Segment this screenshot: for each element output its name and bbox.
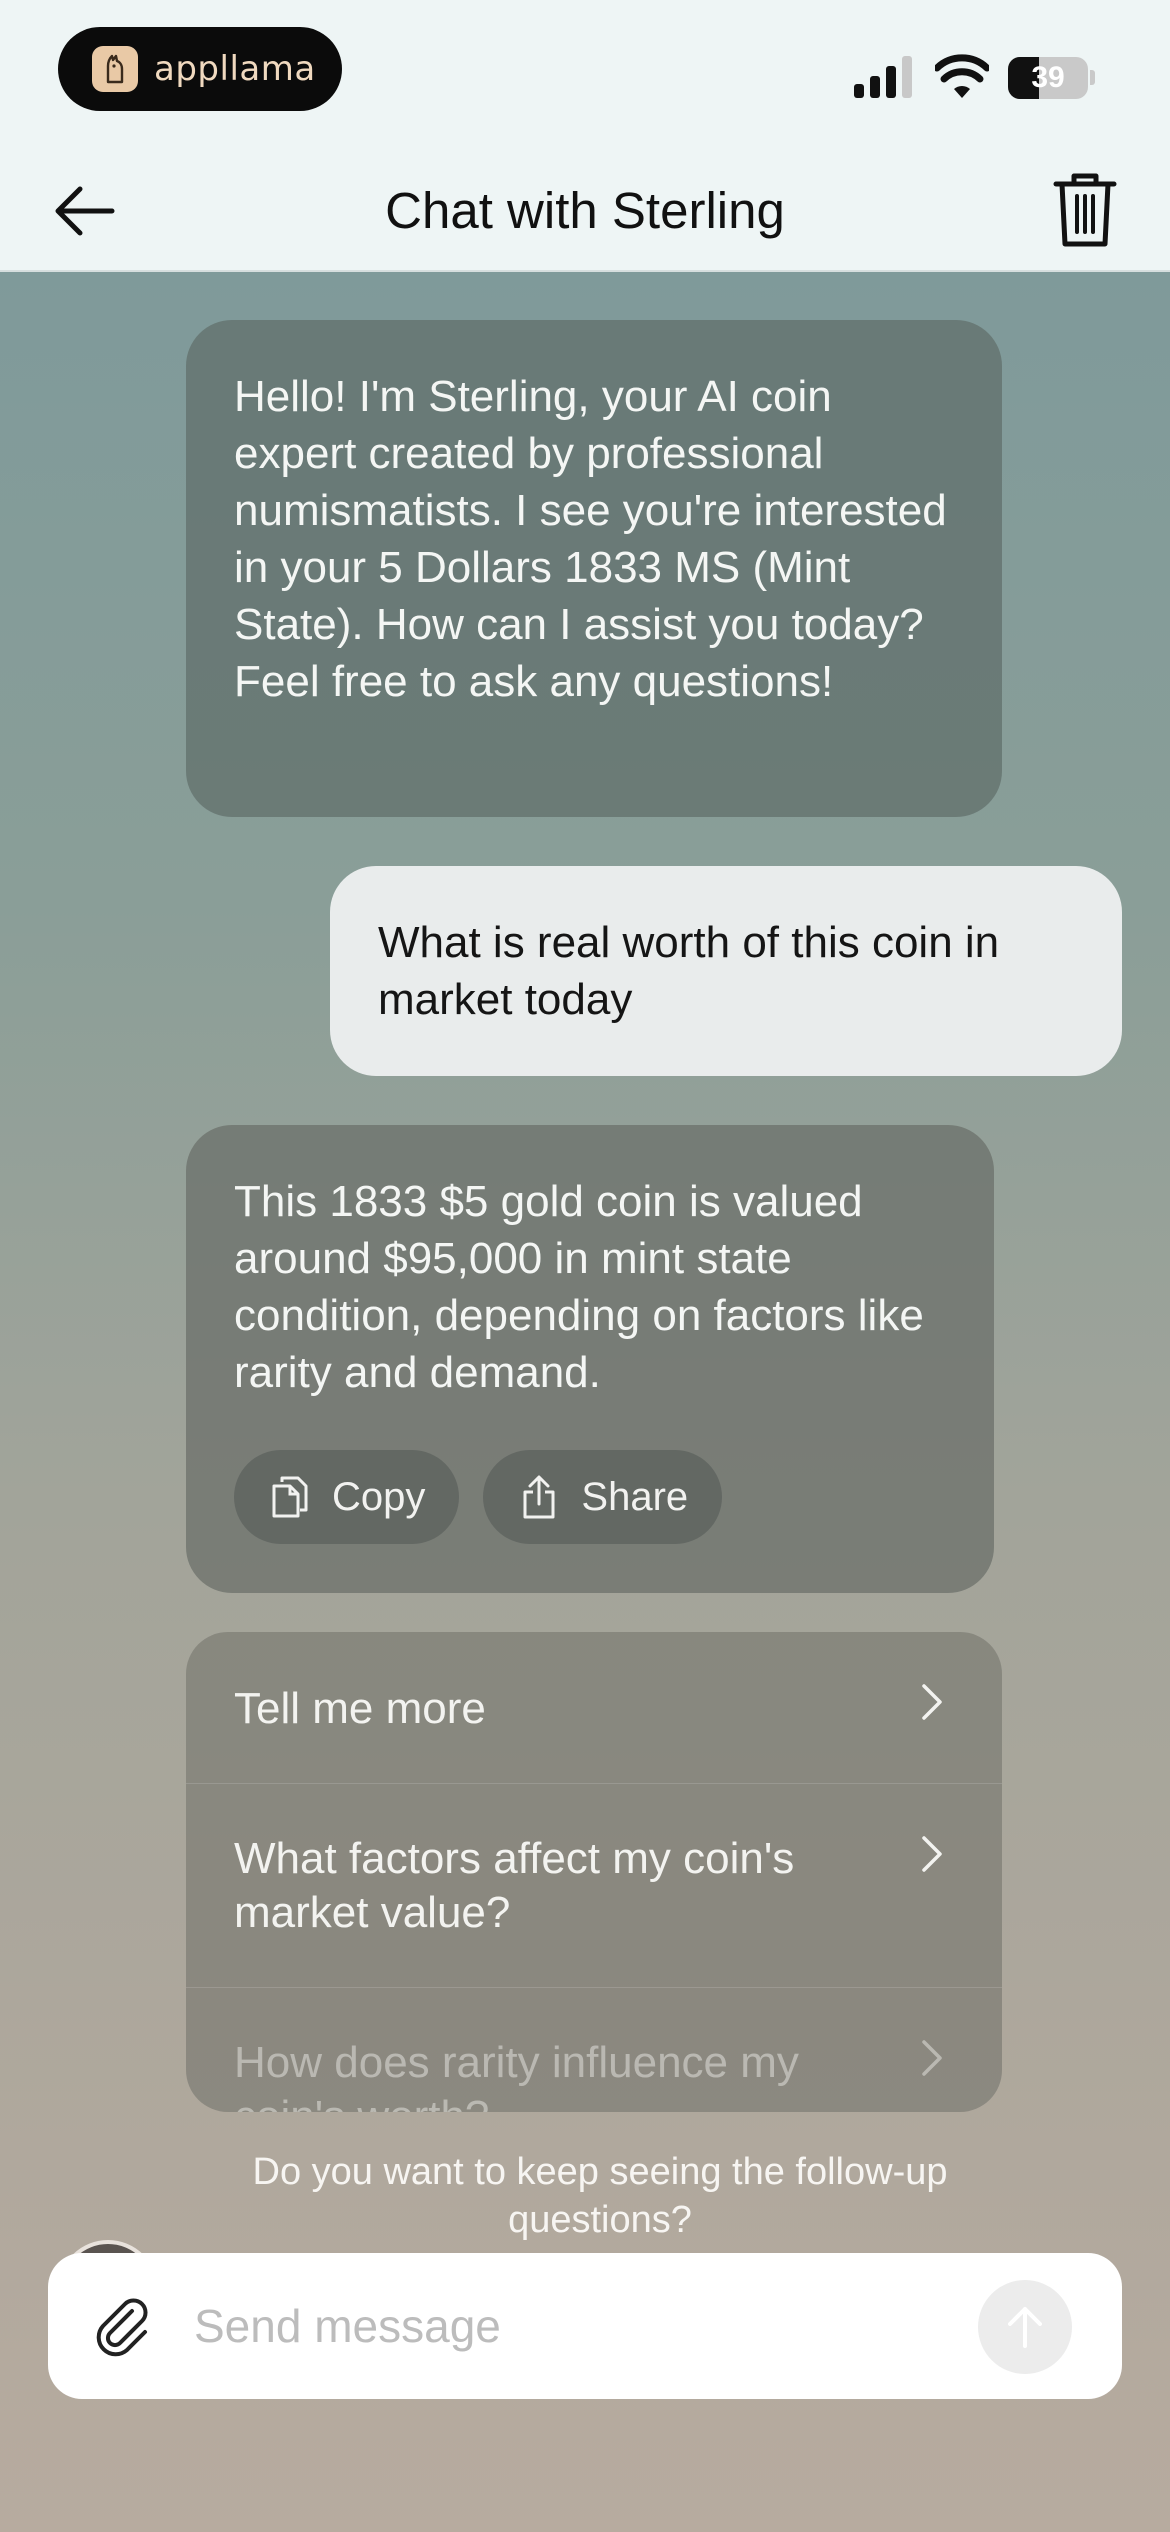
battery-tip bbox=[1090, 70, 1095, 85]
chevron-right-icon bbox=[922, 1836, 942, 1872]
assistant-message: Hello! I'm Sterling, your AI coin expert… bbox=[186, 320, 1002, 817]
llama-icon bbox=[92, 46, 138, 92]
suggestion-label: How does rarity influence my coin's wort… bbox=[234, 2038, 799, 2112]
share-button[interactable]: Share bbox=[483, 1450, 723, 1544]
suggestion-list: Tell me more What factors affect my coin… bbox=[186, 1632, 1002, 2112]
followup-prompt[interactable]: Do you want to keep seeing the follow-up… bbox=[160, 2148, 1040, 2244]
wifi-icon bbox=[935, 54, 989, 98]
arrow-up-icon bbox=[1008, 2307, 1042, 2348]
page-title: Chat with Sterling bbox=[385, 182, 785, 239]
app-pill[interactable]: appllama bbox=[58, 27, 342, 111]
share-icon bbox=[523, 1475, 555, 1519]
message-input[interactable] bbox=[194, 2291, 974, 2361]
message-actions: Copy Share bbox=[234, 1450, 723, 1544]
chevron-right-icon bbox=[922, 2040, 942, 2076]
user-message: What is real worth of this coin in marke… bbox=[330, 866, 1122, 1076]
nav-bar: Chat with Sterling bbox=[0, 150, 1170, 272]
battery-level: 39 bbox=[1031, 61, 1065, 94]
message-text: What is real worth of this coin in marke… bbox=[378, 918, 1000, 1024]
send-button[interactable] bbox=[978, 2280, 1072, 2374]
suggestion-item[interactable]: Tell me more bbox=[186, 1632, 1002, 1784]
copy-icon bbox=[272, 1476, 308, 1518]
message-composer bbox=[48, 2253, 1122, 2399]
status-bar: appllama 39 bbox=[0, 0, 1170, 150]
assistant-message: This 1833 $5 gold coin is valued around … bbox=[186, 1125, 994, 1593]
suggestion-item[interactable]: What factors affect my coin's market val… bbox=[186, 1784, 1002, 1988]
suggestion-label: Tell me more bbox=[234, 1684, 486, 1733]
message-text: Hello! I'm Sterling, your AI coin expert… bbox=[234, 372, 947, 706]
share-label: Share bbox=[581, 1474, 689, 1519]
paperclip-icon[interactable] bbox=[90, 2293, 156, 2359]
trash-icon[interactable] bbox=[1050, 168, 1120, 252]
suggestion-item[interactable]: How does rarity influence my coin's wort… bbox=[186, 1988, 1002, 2112]
battery-icon: 39 bbox=[1008, 57, 1088, 99]
copy-button[interactable]: Copy bbox=[234, 1450, 460, 1544]
signal-icon bbox=[854, 56, 912, 98]
chevron-right-icon bbox=[922, 1684, 942, 1720]
message-text: This 1833 $5 gold coin is valued around … bbox=[234, 1177, 924, 1397]
copy-label: Copy bbox=[332, 1474, 426, 1519]
suggestion-label: What factors affect my coin's market val… bbox=[234, 1834, 795, 1937]
app-pill-label: appllama bbox=[154, 49, 316, 89]
